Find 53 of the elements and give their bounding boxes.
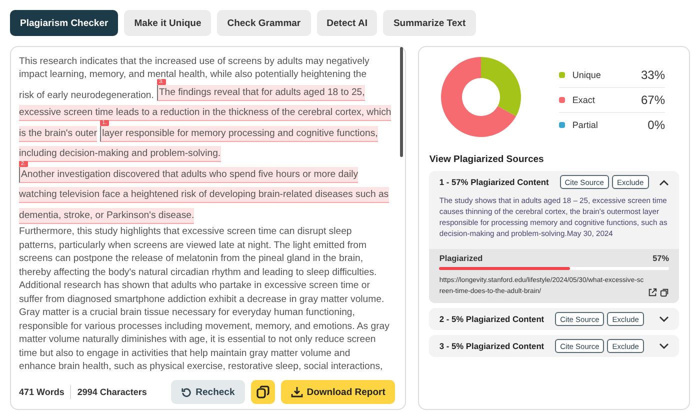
- expand-chevron-icon[interactable]: [659, 316, 669, 322]
- legend-percentage: 67%: [640, 92, 665, 106]
- section-title: View Plagiarized Sources: [429, 154, 545, 165]
- copy-icon[interactable]: [660, 288, 669, 297]
- body-text: enhance brain health, such as physical exercise, restorative sleep, social interactions,: [19, 361, 383, 372]
- body-text: impact learning, memory, and mental health, while also potentially heightening the: [19, 69, 367, 80]
- legend-label: Partial: [572, 120, 599, 130]
- body-text: screens can postpone the release of melatonin from the pineal gland in the brain,: [19, 253, 363, 264]
- external-link-icon[interactable]: [648, 288, 657, 297]
- body-text: responsible for various processes including movement, memory, and emotions. As gray: [19, 320, 390, 332]
- recheck-button[interactable]: Recheck: [170, 380, 245, 404]
- copy-button[interactable]: [250, 380, 275, 404]
- body-text: Gray matter is a crucial brain tissue necessary for everyday human functioning,: [19, 307, 355, 318]
- legend-percentage: 33%: [640, 68, 665, 82]
- refresh-icon: [180, 386, 192, 398]
- highlighted-text[interactable]: excessive screen time leads to a reduction in the thickness of the cerebral cortex, which: [19, 105, 392, 121]
- body-text: time but also to engage in activities that help maintain gray matter volume and: [19, 348, 350, 358]
- tab[interactable]: Summarize Text: [383, 10, 476, 36]
- source-title: 2 - 5% Plagiarized Content: [439, 314, 544, 324]
- source-title: 3 - 5% Plagiarized Content: [439, 341, 544, 351]
- tab[interactable]: Check Grammar: [217, 10, 311, 36]
- highlighted-text[interactable]: including decision-making and problem-solving.: [19, 146, 221, 162]
- legend-label: Exact: [572, 94, 596, 104]
- meter-reading: 57%: [652, 254, 669, 263]
- body-text: matter volume naturally diminishes with age, it is essential to not only reduce screen: [19, 334, 376, 345]
- source-title: 1 - 57% Plagiarized Content: [439, 177, 549, 187]
- expand-chevron-icon[interactable]: [659, 342, 669, 350]
- tab[interactable]: Plagiarism Checker: [10, 10, 118, 36]
- word-count: 471 Words: [19, 387, 64, 397]
- download-report-button[interactable]: Download Report: [280, 380, 396, 404]
- highlighted-text[interactable]: watching television face a heightened risk of developing brain-related diseases such as: [19, 187, 389, 203]
- character-count: 2994 Characters: [77, 387, 147, 397]
- meter-label: Plagiarized: [439, 254, 483, 263]
- copy-icon: [256, 385, 270, 399]
- body-text: Furthermore, this study highlights that excessive screen time can disrupt sleep: [19, 226, 352, 237]
- body-text: suffer from diagnosed smartphone addiction exhibit a decrease in gray matter volume.: [19, 294, 384, 304]
- legend-percentage: 0%: [648, 118, 665, 132]
- download-icon: [290, 386, 303, 398]
- body-text: patterns, particularly when screens are viewed late at night. The light emitted from: [19, 240, 367, 250]
- body-text: Additional research has shown that adults who partake in excessive screen time or: [19, 280, 370, 291]
- tab[interactable]: Make it Unique: [124, 10, 212, 36]
- highlighted-text[interactable]: dementia, stroke, or Parkinson's disease.: [19, 208, 194, 224]
- body-text: risk of early neurodegeneration.: [19, 90, 154, 100]
- tab[interactable]: Detect AI: [316, 10, 378, 36]
- highlighted-text[interactable]: layer responsible for memory processing and cognitive functions,: [100, 126, 378, 142]
- body-text: This research indicates that the increased use of screens by adults may negatively: [19, 56, 370, 66]
- highlighted-text[interactable]: The findings reveal that for adults aged 18 to 25,: [156, 84, 365, 100]
- scrollbar[interactable]: [400, 47, 404, 157]
- highlighted-text[interactable]: is the brain's outer: [19, 126, 98, 142]
- highlighted-text[interactable]: Another investigation discovered that adults who spend five hours or more daily: [19, 166, 358, 182]
- legend-label: Unique: [572, 70, 602, 80]
- body-text: thereby affecting the body's natural circadian rhythm and leading to sleep difficulties.: [19, 266, 377, 278]
- collapse-chevron-icon[interactable]: [659, 178, 669, 186]
